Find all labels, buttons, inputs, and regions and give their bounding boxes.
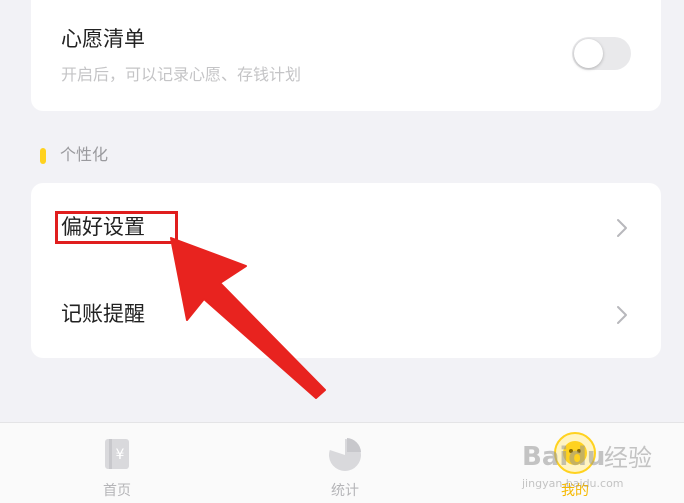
chevron-right-icon: [617, 219, 627, 237]
watermark-text: 经验: [604, 444, 652, 472]
wish-list-card: 心愿清单 开启后，可以记录心愿、存钱计划: [31, 0, 661, 111]
tab-statistics[interactable]: 统计: [285, 423, 405, 503]
svg-text:¥: ¥: [116, 447, 125, 463]
wish-list-title: 心愿清单: [61, 27, 145, 51]
wish-list-subtitle: 开启后，可以记录心愿、存钱计划: [61, 65, 302, 84]
section-marker: [40, 148, 46, 164]
tab-statistics-label: 统计: [331, 483, 359, 499]
pie-chart-icon: [328, 438, 361, 471]
bookkeeping-reminder-row[interactable]: 记账提醒: [31, 271, 661, 358]
ledger-icon: ¥: [105, 439, 129, 469]
watermark-url: jingyan.baidu.com: [522, 477, 624, 490]
annotation-highlight-box: [55, 211, 178, 244]
tab-home-label: 首页: [103, 483, 131, 499]
wish-list-toggle[interactable]: [572, 37, 631, 70]
bookkeeping-reminder-label: 记账提醒: [61, 302, 145, 326]
personalization-card: 偏好设置 记账提醒: [31, 183, 661, 358]
chevron-right-icon: [617, 306, 627, 324]
section-label-personalization: 个性化: [60, 145, 109, 164]
toggle-knob: [574, 39, 603, 68]
watermark-brand: Baidu: [522, 442, 606, 472]
tab-home[interactable]: ¥ 首页: [57, 423, 177, 503]
baidu-jingyan-watermark: Baidu 经验 jingyan.baidu.com: [520, 428, 680, 502]
